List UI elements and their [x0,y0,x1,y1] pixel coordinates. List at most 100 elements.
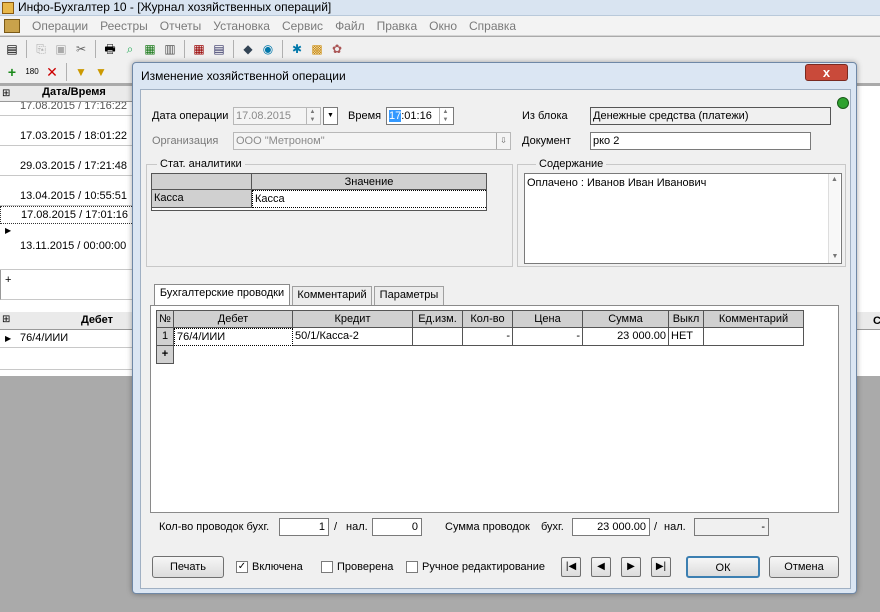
image-icon[interactable]: ▩ [309,41,325,57]
time-field[interactable]: 17:01:16 ▲ ▼ [386,107,454,125]
table-row[interactable]: 17.03.2015 / 18:01:22 [0,116,134,146]
table-row[interactable]: 76/4/ИИИ [0,330,134,348]
network-icon[interactable]: ✱ [289,41,305,57]
app-icon [2,2,14,14]
count-slash: / [334,521,338,533]
count-tax-field: 0 [372,518,422,536]
count-tax-label: нал. [346,521,368,533]
analytics-group: Стат. аналитики Значение Касса Касса [146,158,513,267]
menu-setup[interactable]: Установка [207,19,276,33]
calendar-dropdown-button[interactable]: ▼ [323,107,338,125]
excel-icon[interactable]: ▦ [142,41,158,57]
verified-checkbox[interactable] [321,561,333,573]
table-row[interactable]: 13.11.2015 / 00:00:00 [0,224,134,270]
paste-icon[interactable]: ▣ [53,41,69,57]
col-comment: Комментарий [704,310,804,328]
menu-help[interactable]: Справка [463,19,522,33]
table-row[interactable]: 17.08.2015 / 17:16:22 [0,102,134,116]
journal-view-icon[interactable]: ▤ [4,41,20,57]
sum-acc-label: бухг. [541,521,564,533]
prev-record-button[interactable]: ◀ [591,557,611,577]
time-spinner[interactable]: ▲ ▼ [439,108,451,124]
menu-bar: Операции Реестры Отчеты Установка Сервис… [0,16,880,36]
chevron-down-icon[interactable]: ⇩ [496,133,510,149]
organization-field[interactable]: ООО "Метроном" ⇩ [233,132,511,150]
document-field[interactable]: рко 2 [590,132,811,150]
posting-price[interactable]: - [513,328,583,346]
delete-icon[interactable]: ✕ [44,64,60,80]
tab-comment[interactable]: Комментарий [292,286,372,305]
menu-file[interactable]: Файл [329,19,371,33]
preview-icon[interactable]: ⌕ [122,41,138,57]
posting-debit[interactable]: 76/4/ИИИ [174,328,293,346]
print-button[interactable]: Печать [152,556,224,578]
ledger-icon[interactable]: ▤ [211,41,227,57]
print-icon[interactable]: 🖶 [102,41,118,57]
posting-off[interactable]: НЕТ [669,328,704,346]
sum-slash: / [654,521,658,533]
table-row [0,348,134,370]
table-row[interactable]: 13.04.2015 / 10:55:51 [0,176,134,206]
next-record-button[interactable]: ▶ [621,557,641,577]
close-button[interactable]: x [805,64,848,81]
manual-edit-checkbox[interactable] [406,561,418,573]
menu-operations[interactable]: Операции [26,19,94,33]
tool-icon[interactable]: ◆ [240,41,256,57]
content-textarea[interactable]: Оплачено : Иванов Иван Иванович ▲ ▼ [524,173,842,264]
menu-service[interactable]: Сервис [276,19,329,33]
tab-parameters[interactable]: Параметры [374,286,444,305]
posting-credit[interactable]: 50/1/Касса-2 [293,328,413,346]
postings-header: Дебет [0,312,134,330]
menu-registries[interactable]: Реестры [94,19,154,33]
grid-settings-icon[interactable]: ⊞ [2,314,10,325]
copy-icon[interactable]: ⎘ [33,41,49,57]
next-icon: ▶ [627,561,635,572]
filter-icon[interactable]: ▼ [73,64,89,80]
analytics-row-name: Касса [152,190,252,208]
posting-unit[interactable] [413,328,463,346]
toolbar-separator [26,40,27,58]
table-row-selected[interactable]: 17.08.2015 / 17:01:16 [0,206,134,224]
posting-sum[interactable]: 23 000.00 [583,328,669,346]
organization-label: Организация [152,135,219,147]
calculator-icon[interactable]: ▦ [191,41,207,57]
posting-qty[interactable]: - [463,328,513,346]
ok-button[interactable]: ОК [686,556,760,578]
content-group: Содержание Оплачено : Иванов Иван Иванов… [517,158,846,267]
toolbar-separator [95,40,96,58]
add-row-button[interactable]: + [0,270,134,300]
journal-icon[interactable] [4,18,20,33]
col-price: Цена [513,310,583,328]
col-num: № [156,310,174,328]
dialog-title: Изменение хозяйственной операции [141,69,346,83]
menu-edit[interactable]: Правка [371,19,424,33]
tab-postings[interactable]: Бухгалтерские проводки [154,284,290,305]
journal-header: Дата/Время [0,86,134,102]
count-acc-field: 1 [279,518,329,536]
menu-window[interactable]: Окно [423,19,463,33]
document-label: Документ [522,135,571,147]
add-posting-button[interactable]: + [156,346,174,364]
numbering-icon[interactable]: 180 [24,64,40,80]
settings-icon[interactable]: ✿ [329,41,345,57]
report-icon[interactable]: ▥ [162,41,178,57]
col-credit: Кредит [293,310,413,328]
last-record-button[interactable]: ▶| [651,557,671,577]
cancel-button[interactable]: Отмена [769,556,839,578]
menu-reports[interactable]: Отчеты [154,19,207,33]
add-icon[interactable]: + [4,64,20,80]
cut-icon[interactable]: ✂ [73,41,89,57]
date-field[interactable]: 17.08.2015 ▲ ▼ [233,107,321,125]
date-spinner[interactable]: ▲ ▼ [306,108,318,124]
analytics-row-value[interactable]: Касса [252,190,486,208]
first-record-button[interactable]: |◀ [561,557,581,577]
time-selection: 17 [389,110,402,122]
filter-clear-icon[interactable]: ▼ [93,64,109,80]
grid-settings-icon[interactable]: ⊞ [2,88,10,99]
table-row[interactable]: 29.03.2015 / 17:21:48 [0,146,134,176]
enabled-checkbox[interactable]: ✓ [236,561,248,573]
help-icon[interactable]: ◉ [260,41,276,57]
posting-comment[interactable] [704,328,804,346]
content-scrollbar[interactable]: ▲ ▼ [828,174,840,263]
journal-table-right: С [857,86,880,376]
